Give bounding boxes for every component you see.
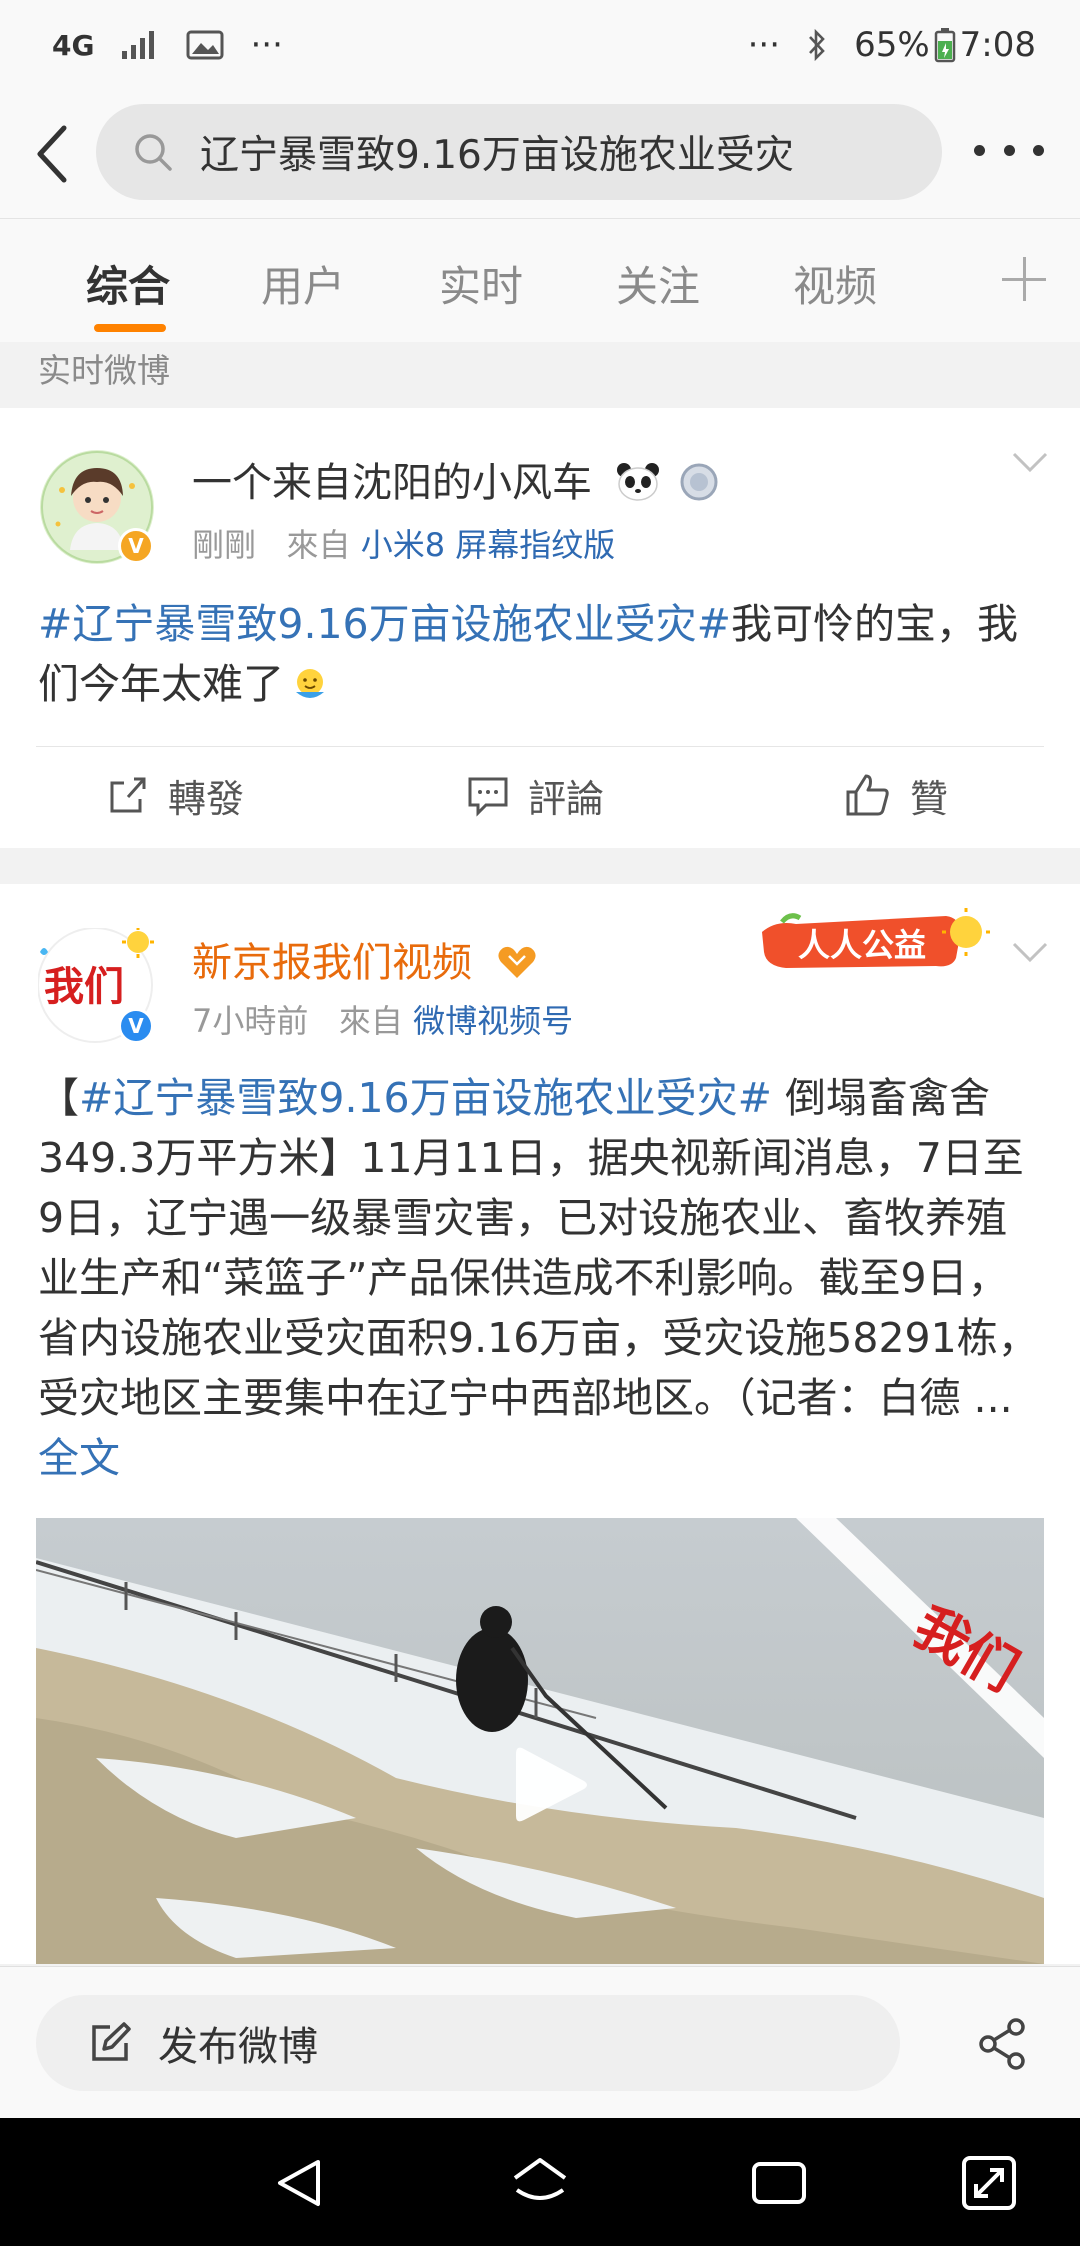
play-icon[interactable] xyxy=(506,1740,596,1830)
back-arrow-icon xyxy=(37,125,67,183)
nav-recent-apps-icon[interactable] xyxy=(750,2154,808,2212)
screen: 4G ··· ··· 65% 7:08 辽宁暴雪致9.16万亩设施农业受灾 综合… xyxy=(0,0,1080,2246)
clock: 7:08 xyxy=(959,25,1036,65)
more-dot-icon xyxy=(1033,144,1044,156)
edit-icon xyxy=(92,2022,131,2061)
charity-badge[interactable]: 人人公益 xyxy=(756,902,996,982)
post-card[interactable]: 我们 V 新京报我们视频 7小時前 來自 微博视频号 人人公益 【#辽宁暴雪致9… xyxy=(0,884,1080,1964)
repost-button[interactable]: 轉發 xyxy=(106,760,244,830)
more-status-text: ··· xyxy=(747,25,781,65)
search-input[interactable]: 辽宁暴雪致9.16万亩设施农业受灾 xyxy=(96,104,942,200)
compose-bar: 发布微博 xyxy=(0,1966,1080,2118)
chevron-down-icon[interactable] xyxy=(1010,938,1050,968)
active-tab-indicator xyxy=(94,324,166,332)
post-body: #辽宁暴雪致9.16万亩设施农业受灾#我可怜的宝，我们今年太难了 xyxy=(38,594,1048,714)
avatar[interactable]: 我们 V xyxy=(37,926,154,1044)
comment-label: 評論 xyxy=(528,776,605,821)
network-indicator: 4G xyxy=(52,28,95,62)
signal-icon xyxy=(120,29,160,61)
tab-following[interactable]: 关注 xyxy=(616,253,700,314)
from-label: 來自 xyxy=(338,1002,403,1040)
post-username[interactable]: 一个来自沈阳的小风车 xyxy=(192,450,719,508)
post-time: 剛剛 xyxy=(192,526,257,564)
nav-home-icon[interactable] xyxy=(511,2154,569,2212)
hashtag-link[interactable]: #辽宁暴雪致9.16万亩设施农业受灾# xyxy=(79,1074,772,1122)
bluetooth-icon xyxy=(806,28,828,62)
status-bar: 4G ··· ··· 65% 7:08 xyxy=(0,0,1080,90)
battery-icon xyxy=(934,27,956,63)
panda-emoji-icon xyxy=(616,463,659,501)
more-notifications-text: ··· xyxy=(250,25,283,65)
post-meta: 剛剛 來自 小米8 屏幕指纹版 xyxy=(192,520,615,566)
username-text: 新京报我们视频 xyxy=(192,940,472,986)
comment-button[interactable]: 評論 xyxy=(466,760,604,830)
divider xyxy=(36,746,1044,747)
post-body: 【#辽宁暴雪致9.16万亩设施农业受灾# 倒塌畜禽舍349.3万平方米】11月1… xyxy=(38,1068,1048,1488)
post-time: 7小時前 xyxy=(192,1002,309,1040)
more-dot-icon xyxy=(974,144,985,156)
verified-badge-icon: V xyxy=(118,528,154,564)
post-text: 倒塌畜禽舍349.3万平方米】11月11日，据央视新闻消息，7日至9日，辽宁遇一… xyxy=(38,1074,1039,1422)
like-button[interactable]: 贊 xyxy=(844,760,948,830)
nav-back-icon[interactable] xyxy=(272,2154,330,2212)
share-icon[interactable] xyxy=(976,2017,1030,2071)
system-nav-bar xyxy=(0,2118,1080,2246)
post-source[interactable]: 小米8 屏幕指纹版 xyxy=(361,526,616,564)
hug-emoji-icon xyxy=(296,669,324,698)
tab-video[interactable]: 视频 xyxy=(793,253,877,314)
post-card[interactable]: V 一个来自沈阳的小风车 剛剛 來自 小米8 屏幕指纹版 #辽宁暴雪致9.16万… xyxy=(0,408,1080,848)
post-text-bracket: 【 xyxy=(38,1074,79,1122)
compose-post-button[interactable]: 发布微博 xyxy=(36,1995,900,2091)
post-source[interactable]: 微博视频号 xyxy=(413,1002,573,1040)
tab-comprehensive[interactable]: 综合 xyxy=(86,253,170,314)
video-player[interactable]: 我们 xyxy=(36,1518,1044,1964)
search-icon xyxy=(135,134,172,171)
search-header: 辽宁暴雪致9.16万亩设施农业受灾 xyxy=(0,90,1080,218)
repost-label: 轉發 xyxy=(168,776,245,821)
tab-users[interactable]: 用户 xyxy=(261,253,345,314)
read-more-link[interactable]: 全文 xyxy=(38,1434,120,1482)
tab-realtime[interactable]: 实时 xyxy=(439,253,523,314)
comment-icon xyxy=(468,777,508,817)
image-notification-icon xyxy=(186,29,224,61)
more-dot-icon xyxy=(1003,144,1015,156)
battery-percent: 65% xyxy=(854,25,930,65)
hashtag-link[interactable]: #辽宁暴雪致9.16万亩设施农业受灾# xyxy=(38,600,731,648)
search-query: 辽宁暴雪致9.16万亩设施农业受灾 xyxy=(200,133,794,178)
post-username[interactable]: 新京报我们视频 xyxy=(192,930,539,988)
thumbs-up-icon xyxy=(846,774,889,816)
heart-hands-icon xyxy=(498,946,536,978)
nav-expand-icon[interactable] xyxy=(960,2154,1018,2212)
section-label: 实时微博 xyxy=(38,351,170,390)
medal-icon xyxy=(680,463,718,501)
charity-badge-label: 人人公益 xyxy=(798,927,926,963)
like-label: 贊 xyxy=(910,776,949,821)
add-tab-button[interactable] xyxy=(1002,257,1046,301)
avatar[interactable]: V xyxy=(40,450,154,564)
chevron-down-icon[interactable] xyxy=(1010,448,1050,478)
avatar-logo-text: 我们 xyxy=(44,965,124,1009)
more-options-button[interactable] xyxy=(974,130,1044,170)
verified-badge-icon: V xyxy=(118,1008,154,1044)
username-text: 一个来自沈阳的小风车 xyxy=(192,460,592,506)
back-button[interactable] xyxy=(22,118,82,190)
compose-label: 发布微博 xyxy=(158,2024,318,2070)
repost-icon xyxy=(110,777,146,813)
from-label: 來自 xyxy=(286,526,351,564)
post-meta: 7小時前 來自 微博视频号 xyxy=(192,996,573,1042)
